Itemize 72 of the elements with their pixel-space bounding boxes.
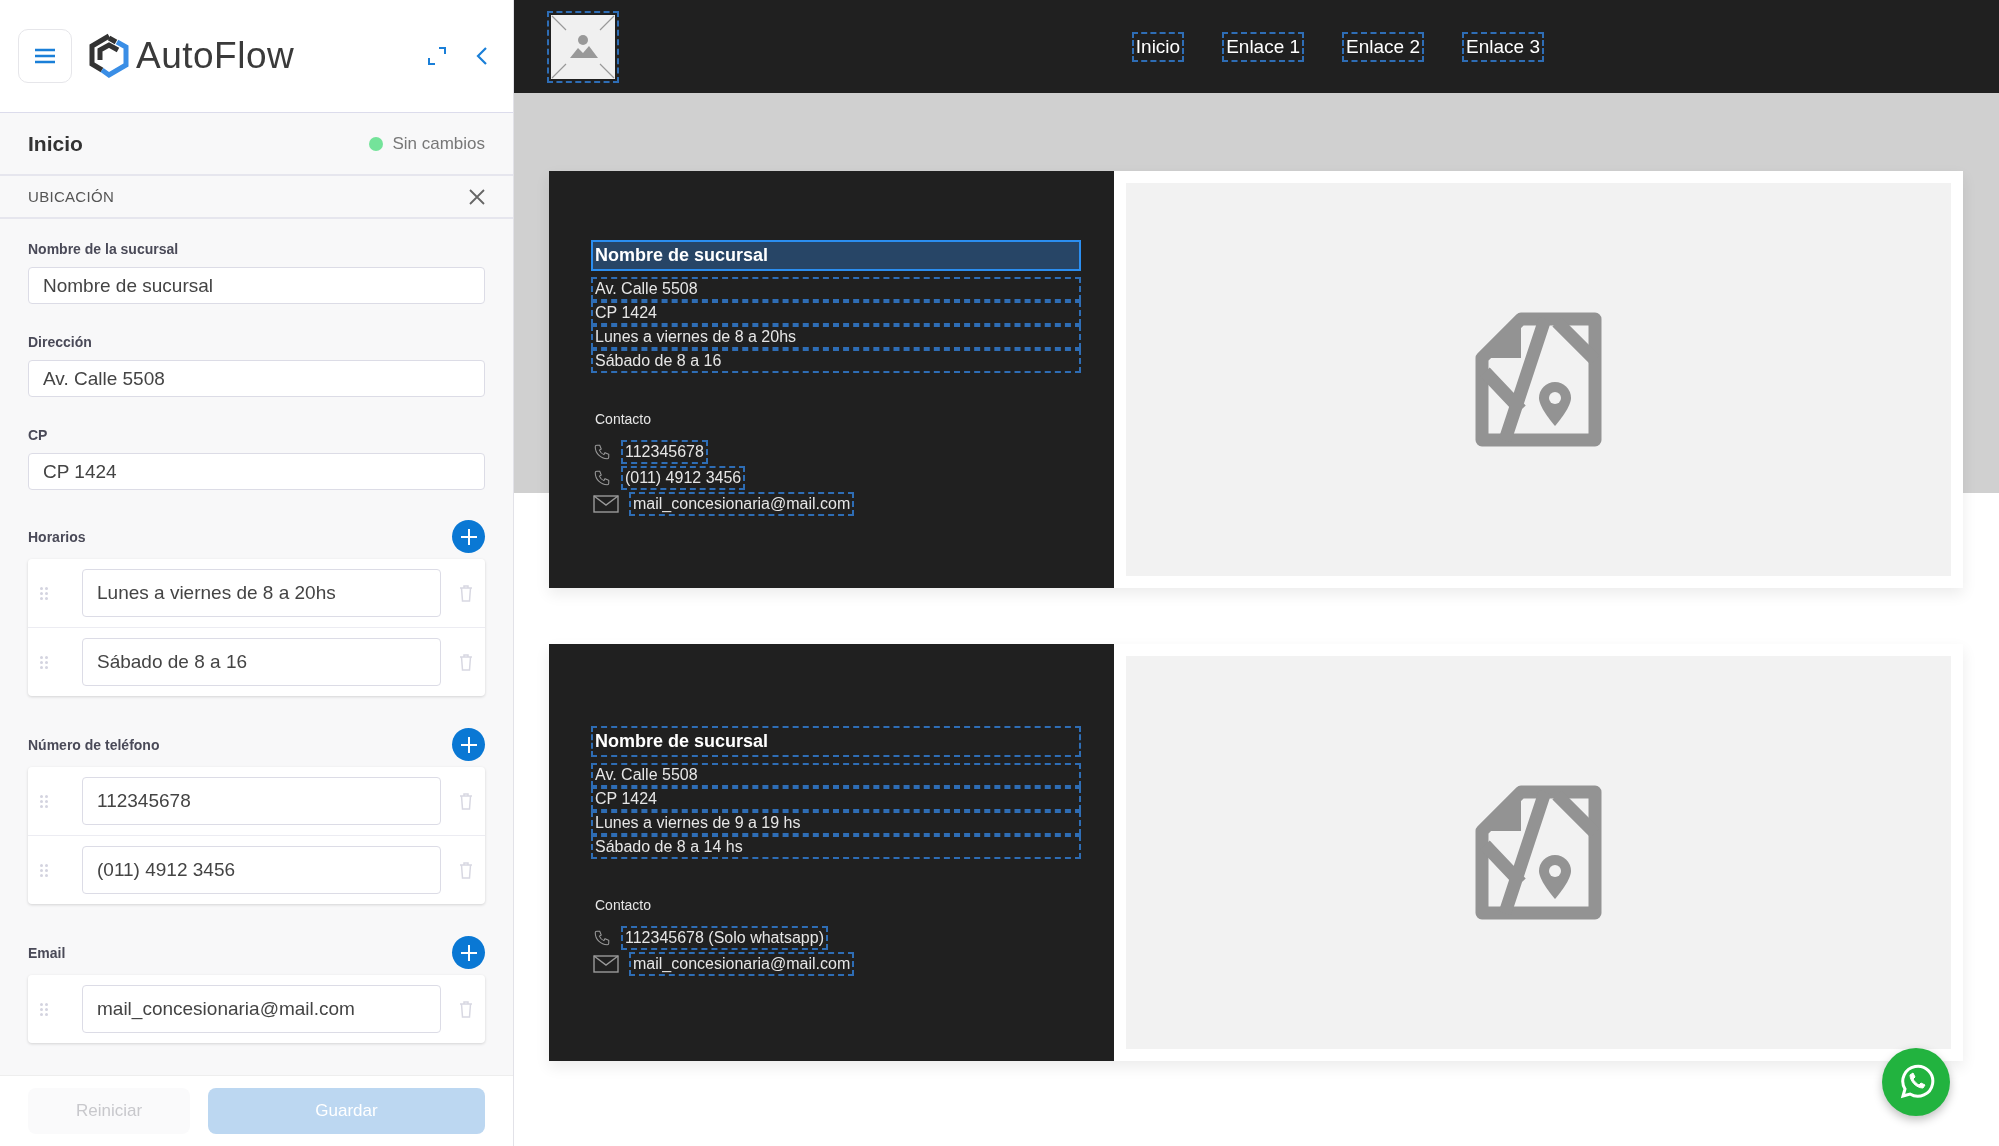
nav-link[interactable]: Enlace 2 xyxy=(1344,33,1423,60)
envelope-icon xyxy=(593,955,619,973)
contact-email[interactable]: mail_concesionaria@mail.com xyxy=(631,494,853,514)
plus-icon xyxy=(459,943,478,962)
field-label: Dirección xyxy=(28,334,93,350)
branch-info-line[interactable]: Sábado de 8 a 14 hs xyxy=(593,837,1079,857)
chat-button[interactable] xyxy=(1882,1048,1950,1116)
phone-icon xyxy=(593,443,611,461)
branch-info-line[interactable]: CP 1424 xyxy=(593,303,1079,323)
branch-info-line[interactable]: Av. Calle 5508 xyxy=(593,765,1079,785)
input-field[interactable]: Nombre de sucursal xyxy=(28,267,485,304)
branch-info-line[interactable]: Lunes a viernes de 9 a 19 hs xyxy=(593,813,1079,833)
input-field[interactable]: Sábado de 8 a 16 xyxy=(82,638,441,686)
map-icon xyxy=(1475,785,1602,920)
close-button[interactable] xyxy=(469,188,485,205)
branch-info-line[interactable]: Lunes a viernes de 8 a 20hs xyxy=(593,327,1079,347)
drag-handle-icon[interactable] xyxy=(40,586,48,600)
field-label: Horarios xyxy=(28,528,86,545)
nav-link[interactable]: Enlace 3 xyxy=(1464,33,1542,60)
drag-handle-icon[interactable] xyxy=(40,863,48,877)
phone-icon xyxy=(593,469,611,487)
drag-handle-icon[interactable] xyxy=(40,1002,48,1016)
branch-info-line[interactable]: CP 1424 xyxy=(593,789,1079,809)
trash-icon[interactable] xyxy=(459,1000,473,1018)
drag-handle-icon[interactable] xyxy=(40,794,48,808)
branch-info-line[interactable]: Av. Calle 5508 xyxy=(593,279,1079,299)
input-field[interactable]: mail_concesionaria@mail.com xyxy=(82,985,441,1033)
add-button[interactable] xyxy=(452,936,485,969)
contact-phone[interactable]: (011) 4912 3456 xyxy=(623,468,744,488)
input-field[interactable]: CP 1424 xyxy=(28,453,485,490)
menu-button[interactable] xyxy=(18,29,72,83)
status-dot xyxy=(369,136,384,151)
nav-link[interactable]: Inicio xyxy=(1133,33,1183,60)
contact-phone[interactable]: 112345678 (Solo whatsapp) xyxy=(623,928,826,948)
nav-link[interactable]: Enlace 1 xyxy=(1224,33,1303,60)
plus-icon xyxy=(459,735,478,754)
menu-icon xyxy=(34,48,56,64)
section-title: UBICACIÓN xyxy=(28,188,115,205)
expand-icon xyxy=(427,46,447,66)
logo-icon xyxy=(88,33,130,79)
contact-email[interactable]: mail_concesionaria@mail.com xyxy=(631,954,853,974)
input-field[interactable]: 112345678 xyxy=(82,777,441,825)
input-field[interactable]: Av. Calle 5508 xyxy=(28,360,485,397)
contact-phone[interactable]: 112345678 xyxy=(623,442,706,462)
field-label: CP xyxy=(28,427,49,443)
branch-name[interactable]: Nombre de sucursal xyxy=(593,728,1079,755)
field-label: Nombre de la sucursal xyxy=(28,241,180,257)
chevron-left-icon xyxy=(475,46,489,66)
add-button[interactable] xyxy=(452,728,485,761)
trash-icon[interactable] xyxy=(459,584,473,602)
field-label: Número de teléfono xyxy=(28,736,160,753)
trash-icon[interactable] xyxy=(459,792,473,810)
field-label: Email xyxy=(28,944,66,961)
close-icon xyxy=(469,188,485,205)
status-text: Sin cambios xyxy=(392,133,485,154)
branch-info-line[interactable]: Sábado de 8 a 16 xyxy=(593,351,1079,371)
branch-name[interactable]: Nombre de sucursal xyxy=(593,242,1079,269)
plus-icon xyxy=(459,527,478,546)
contact-label: Contacto xyxy=(594,897,653,913)
drag-handle-icon[interactable] xyxy=(40,655,48,669)
brand-name: AutoFlow xyxy=(136,35,295,77)
image-placeholder-icon xyxy=(549,12,617,81)
trash-icon[interactable] xyxy=(459,861,473,879)
phone-icon xyxy=(593,929,611,947)
map-icon xyxy=(1475,312,1602,447)
contact-label: Contacto xyxy=(594,411,653,427)
trash-icon[interactable] xyxy=(459,653,473,671)
add-button[interactable] xyxy=(452,520,485,553)
input-field[interactable]: Lunes a viernes de 8 a 20hs xyxy=(82,569,441,617)
envelope-icon xyxy=(593,495,619,513)
page-title: Inicio xyxy=(28,131,83,156)
input-field[interactable]: (011) 4912 3456 xyxy=(82,846,441,894)
